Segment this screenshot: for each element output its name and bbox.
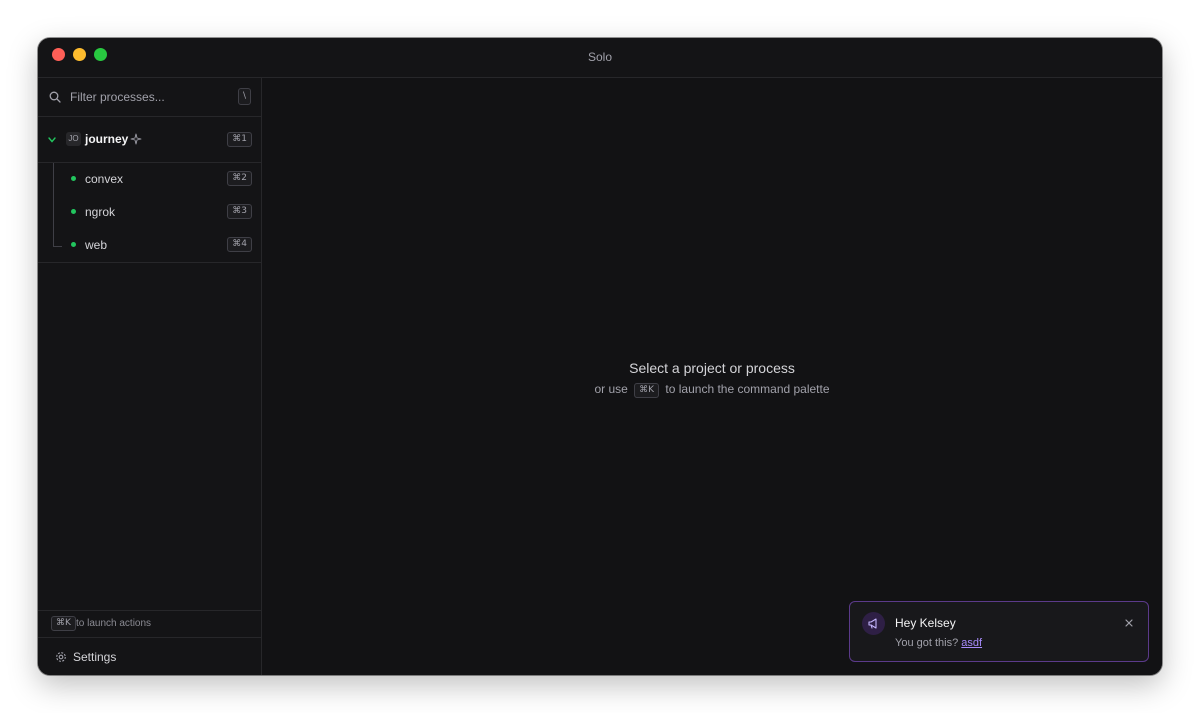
hint-prefix: or use xyxy=(594,382,628,396)
search-placeholder: Filter processes... xyxy=(70,90,165,104)
actions-shortcut: ⌘K xyxy=(51,616,76,631)
process-list: convex ⌘2 ngrok ⌘3 web ⌘4 xyxy=(38,163,261,263)
process-shortcut: ⌘3 xyxy=(227,204,252,219)
command-palette-shortcut: ⌘K xyxy=(634,383,660,398)
process-label: ngrok xyxy=(85,205,116,219)
settings-label: Settings xyxy=(73,650,117,664)
project-journey[interactable]: JO journey ⌘1 xyxy=(38,117,261,163)
title-bar: Solo xyxy=(38,38,1162,78)
project-name: journey xyxy=(85,132,129,146)
empty-state: Select a project or process or use ⌘K to… xyxy=(262,360,1162,398)
launch-actions-hint: ⌘K to launch actions xyxy=(38,610,261,637)
toast-message-text: You got this? xyxy=(895,637,959,649)
toast-avatar xyxy=(862,612,885,635)
empty-state-title: Select a project or process xyxy=(629,360,795,376)
search-icon xyxy=(49,91,61,103)
main-panel: Select a project or process or use ⌘K to… xyxy=(262,78,1162,675)
notification-toast: Hey Kelsey You got this? asdf xyxy=(849,601,1149,662)
status-dot xyxy=(71,242,76,247)
empty-state-hint: or use ⌘K to launch the command palette xyxy=(262,382,1162,398)
app-window: Solo Filter processes... \ JO journey ⌘1 xyxy=(38,38,1162,675)
window-title: Solo xyxy=(587,50,613,64)
process-label: convex xyxy=(85,172,124,186)
sparkle-icon xyxy=(130,133,142,145)
hint-suffix: to launch the command palette xyxy=(665,382,830,396)
process-shortcut: ⌘2 xyxy=(227,171,252,186)
search-shortcut: \ xyxy=(237,88,251,105)
project-badge: JO xyxy=(66,132,81,146)
close-icon[interactable] xyxy=(1124,618,1134,628)
gear-icon xyxy=(56,652,66,662)
process-shortcut: ⌘4 xyxy=(227,237,252,252)
toast-link[interactable]: asdf xyxy=(961,637,982,649)
actions-hint-text: to launch actions xyxy=(76,618,152,629)
chevron-down-icon[interactable] xyxy=(47,136,57,144)
sidebar: Filter processes... \ JO journey ⌘1 conv… xyxy=(38,78,262,675)
megaphone-icon xyxy=(868,618,877,629)
status-dot xyxy=(71,176,76,181)
settings-button[interactable]: Settings xyxy=(38,637,261,675)
process-item-ngrok[interactable]: ngrok ⌘3 xyxy=(38,196,261,229)
process-label: web xyxy=(85,238,108,252)
process-item-web[interactable]: web ⌘4 xyxy=(38,229,261,262)
toast-message: You got this? asdf xyxy=(895,637,982,649)
process-item-convex[interactable]: convex ⌘2 xyxy=(38,163,261,196)
status-dot xyxy=(71,209,76,214)
toast-title: Hey Kelsey xyxy=(895,616,956,630)
project-shortcut: ⌘1 xyxy=(227,132,252,147)
filter-processes-input[interactable]: Filter processes... \ xyxy=(38,78,261,117)
